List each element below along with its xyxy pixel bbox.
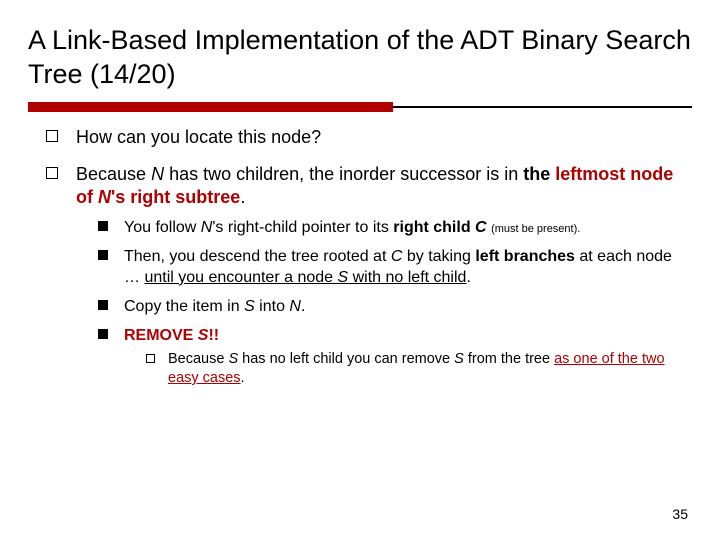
sub-4-text: REMOVE S!! — [124, 327, 219, 344]
bullet-2-text: Because N has two children, the inorder … — [76, 164, 673, 207]
page-number: 35 — [672, 506, 688, 522]
filled-square-icon — [98, 221, 108, 231]
title-rule — [28, 102, 692, 112]
sub-2: Then, you descend the tree rooted at C b… — [98, 246, 692, 288]
sub-list: You follow N's right-child pointer to it… — [76, 217, 692, 388]
sub-3-text: Copy the item in S into N. — [124, 298, 305, 315]
sub-sub-1: Because S has no left child you can remo… — [146, 350, 692, 388]
sub-2-text: Then, you descend the tree rooted at C b… — [124, 248, 672, 286]
sub-1: You follow N's right-child pointer to it… — [98, 217, 692, 238]
sub-1-text: You follow N's right-child pointer to it… — [124, 219, 580, 236]
filled-square-icon — [98, 329, 108, 339]
filled-square-icon — [98, 250, 108, 260]
hollow-square-icon — [46, 130, 58, 142]
sub-3: Copy the item in S into N. — [98, 296, 692, 317]
filled-square-icon — [98, 300, 108, 310]
bullet-1-text: How can you locate this node? — [76, 127, 321, 147]
sub-sub-list: Because S has no left child you can remo… — [124, 350, 692, 388]
sub-4: REMOVE S!! Because S has no left child y… — [98, 325, 692, 388]
bullet-1: How can you locate this node? — [46, 126, 692, 149]
slide-title: A Link-Based Implementation of the ADT B… — [28, 24, 692, 92]
sub-sub-1-text: Because S has no left child you can remo… — [168, 351, 665, 386]
bullet-list: How can you locate this node? Because N … — [28, 126, 692, 388]
bullet-2: Because N has two children, the inorder … — [46, 163, 692, 388]
hollow-square-icon — [146, 354, 155, 363]
hollow-square-icon — [46, 167, 58, 179]
